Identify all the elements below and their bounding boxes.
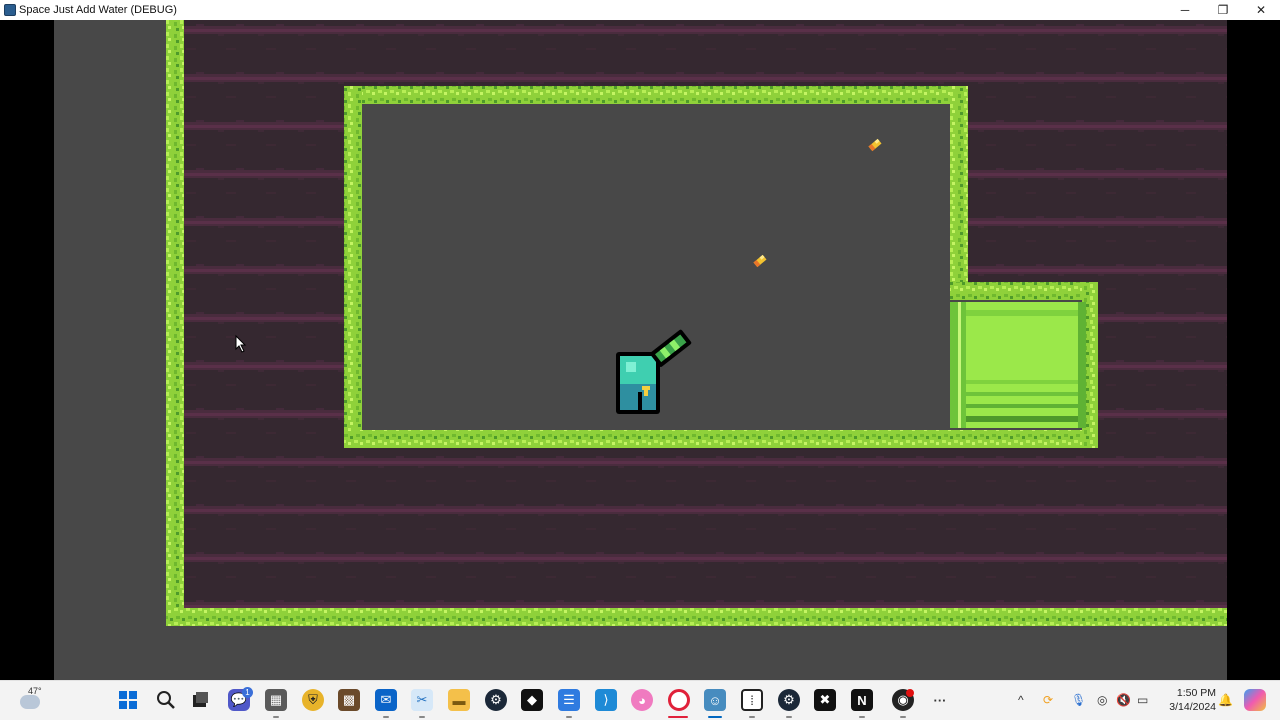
- notepad-app[interactable]: ☰: [558, 689, 580, 711]
- moss-room-right: [950, 86, 968, 298]
- opera-indicator: [668, 716, 688, 718]
- minimize-button[interactable]: ─: [1166, 0, 1204, 20]
- more-apps-button[interactable]: ···: [929, 689, 951, 711]
- diamond-icon: ◆: [527, 692, 537, 707]
- notepad-icon: ☰: [563, 692, 575, 707]
- app-diamond[interactable]: ◆: [521, 689, 543, 711]
- snip-icon: ✂: [416, 692, 428, 707]
- app-indicator: [900, 716, 906, 718]
- app-icon: [4, 4, 16, 16]
- window-controls: ─ ❐ ✕: [1166, 0, 1280, 20]
- steam-icon: ⚙: [490, 692, 502, 707]
- close-button[interactable]: ✕: [1242, 0, 1280, 20]
- game-scene: [166, 20, 1227, 626]
- microphone-icon[interactable]: 🎙: [1071, 693, 1086, 707]
- opera-app[interactable]: [668, 689, 690, 711]
- minecraft-icon: ▩: [342, 692, 356, 707]
- vscode-icon: ⟩: [603, 692, 609, 707]
- outlook-icon: ✉: [380, 692, 392, 707]
- app-shield[interactable]: ⛨: [302, 689, 324, 711]
- search-icon: [157, 691, 175, 709]
- game-canvas[interactable]: [54, 20, 1227, 680]
- task-view-button[interactable]: [189, 689, 211, 711]
- app-indicator: [786, 716, 792, 718]
- snipping-tool-app[interactable]: ✂: [411, 689, 433, 711]
- moss-room-bottom: [344, 430, 1098, 448]
- moss-room-left: [344, 86, 362, 446]
- more-icon: ···: [933, 692, 947, 708]
- pixel-icon: ✖: [819, 692, 831, 707]
- folder-icon: ▬: [452, 692, 466, 708]
- windows-icon: [119, 691, 137, 709]
- task-view-icon: [193, 692, 208, 707]
- clock-time: 1:50 PM: [1176, 687, 1216, 699]
- moss-room-top: [344, 86, 966, 104]
- restore-button[interactable]: ❐: [1204, 0, 1242, 20]
- recording-dot: [906, 689, 914, 697]
- steam-icon: ⚙: [783, 692, 795, 707]
- tray-chevron-icon[interactable]: ^: [1018, 693, 1024, 707]
- notification-badge: 1: [242, 687, 253, 698]
- file-explorer-app[interactable]: ▬: [448, 689, 470, 711]
- window-titlebar: Space Just Add Water (DEBUG) ─ ❐ ✕: [0, 0, 1280, 20]
- app-indicator: [749, 716, 755, 718]
- steam-app-2[interactable]: ⚙: [778, 689, 800, 711]
- app-indicator: [273, 716, 279, 718]
- app-indicator: [859, 716, 865, 718]
- app-indicator: [419, 716, 425, 718]
- moss-border-left: [166, 20, 184, 624]
- notion-icon: N: [857, 692, 867, 708]
- twitch-app[interactable]: ⁞: [741, 689, 763, 711]
- weather-temp: 47°: [28, 686, 42, 696]
- windows-taskbar: 47° 💬 1 ▦ ⛨ ▩ ✉ ✂ ▬ ⚙ ◆ ☰ ⟩ ◕ ☺ ⁞ ⚙ ✖ N …: [0, 680, 1280, 720]
- clock[interactable]: 1:50 PM 3/14/2024: [1160, 686, 1216, 714]
- moss-alcove-top: [950, 282, 1098, 300]
- notification-bell-icon[interactable]: 🔔: [1218, 693, 1233, 707]
- volume-muted-icon[interactable]: 🔇: [1116, 693, 1131, 707]
- game-viewport: [0, 20, 1280, 680]
- green-exit-pipe[interactable]: [950, 302, 1086, 428]
- weather-widget[interactable]: 47°: [18, 686, 46, 715]
- outlook-app[interactable]: ✉: [375, 689, 397, 711]
- twitch-icon: ⁞: [750, 692, 754, 708]
- godot-app[interactable]: ☺: [704, 689, 726, 711]
- network-icon[interactable]: ◎: [1097, 693, 1107, 707]
- battery-icon[interactable]: ▭: [1137, 693, 1148, 707]
- vscode-app[interactable]: ⟩: [595, 689, 617, 711]
- calculator-app[interactable]: ▦: [265, 689, 287, 711]
- copilot-button[interactable]: [1244, 689, 1266, 711]
- start-button[interactable]: [117, 689, 139, 711]
- sync-icon[interactable]: ⟳: [1043, 693, 1053, 707]
- clock-date: 3/14/2024: [1169, 701, 1216, 713]
- paint-icon: ◕: [638, 692, 646, 708]
- cloud-icon: [20, 695, 40, 709]
- notion-app[interactable]: N: [851, 689, 873, 711]
- window-title: Space Just Add Water (DEBUG): [19, 4, 177, 16]
- shield-icon: ⛨: [308, 692, 318, 707]
- search-button[interactable]: [155, 689, 177, 711]
- moss-border-bottom: [166, 608, 1227, 626]
- steam-app[interactable]: ⚙: [485, 689, 507, 711]
- app-indicator: [566, 716, 572, 718]
- astronaut-player[interactable]: [616, 352, 660, 414]
- paint-app[interactable]: ◕: [631, 689, 653, 711]
- app-indicator: [383, 716, 389, 718]
- godot-indicator: [708, 716, 722, 718]
- minecraft-app[interactable]: ▩: [338, 689, 360, 711]
- godot-icon: ☺: [708, 692, 722, 708]
- calculator-icon: ▦: [269, 692, 283, 707]
- app-pixel[interactable]: ✖: [814, 689, 836, 711]
